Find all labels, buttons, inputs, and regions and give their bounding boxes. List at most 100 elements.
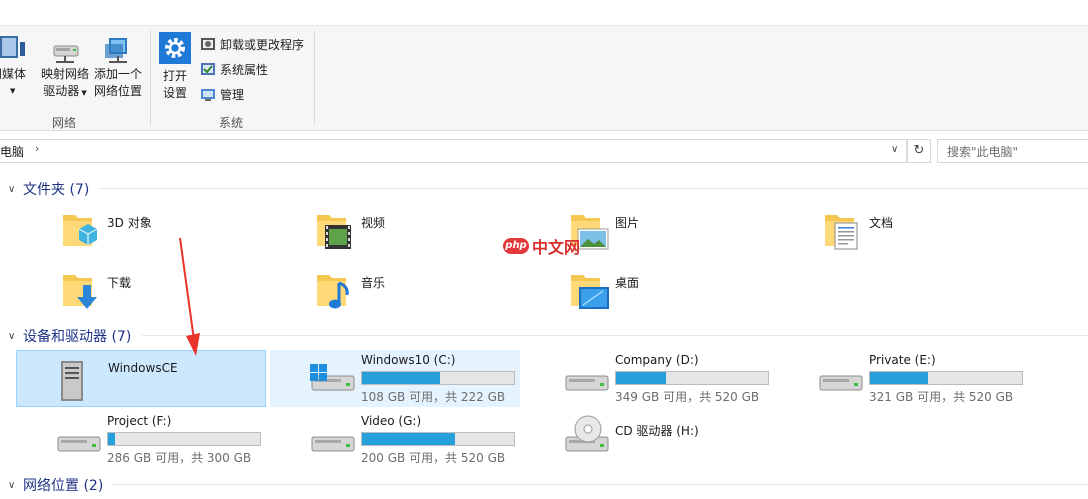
media-server-icon: [0, 36, 25, 58]
videos-folder-icon: [317, 215, 351, 249]
folders-section-title: 文件夹 (7): [23, 182, 90, 198]
ribbon-separator: [314, 30, 315, 126]
search-input[interactable]: 搜索"此电脑": [937, 139, 1088, 163]
hard-drive-icon: [57, 436, 101, 452]
windows-drive-icon: [310, 364, 355, 391]
section-divider: [98, 188, 1088, 189]
documents-folder-icon: [825, 215, 858, 250]
open-settings-label-1: 打开: [162, 69, 187, 83]
search-placeholder: 搜索"此电脑": [947, 145, 1019, 159]
address-bar[interactable]: 电脑 › ∨: [0, 139, 907, 163]
computer-tower-icon: [61, 361, 83, 401]
devices-section-title: 设备和驱动器 (7): [23, 329, 132, 345]
address-path[interactable]: 电脑: [0, 143, 24, 160]
hard-drive-icon: [565, 375, 609, 391]
drive-name: Video (G:): [361, 414, 422, 428]
chevron-down-icon: ∨: [8, 479, 16, 491]
section-divider: [142, 335, 1088, 336]
system-group-label: 系统: [219, 116, 244, 130]
open-settings-label-2: 设置: [162, 86, 187, 100]
folder-music[interactable]: 音乐: [315, 271, 555, 321]
section-divider: [112, 484, 1088, 485]
hard-drive-icon: [819, 375, 863, 391]
capacity-bar-fill: [616, 372, 666, 384]
drive-name: WindowsCE: [108, 361, 178, 375]
drive-free-space: 349 GB 可用，共 520 GB: [615, 390, 760, 404]
chevron-down-icon: ▼: [10, 87, 16, 95]
uninstall-label: 卸载或更改程序: [220, 37, 305, 52]
manage-label: 管理: [220, 87, 245, 102]
drive-f[interactable]: Project (F:) 286 GB 可用，共 300 GB: [16, 411, 266, 468]
folder-label: 音乐: [361, 276, 386, 290]
cd-drive-icon: [565, 415, 609, 452]
drive-c[interactable]: Windows10 (C:) 108 GB 可用，共 222 GB: [270, 350, 520, 407]
downloads-folder-icon: [63, 275, 97, 309]
refresh-icon: ↻: [913, 143, 925, 158]
watermark: php 中文网: [503, 234, 580, 258]
drive-free-space: 108 GB 可用，共 222 GB: [361, 390, 506, 404]
add-network-location-button[interactable]: 添加一个 网络位置: [92, 34, 144, 100]
3d-objects-folder-icon: [63, 215, 98, 246]
add-location-label-2: 网络位置: [93, 84, 142, 98]
capacity-bar: [869, 371, 1023, 385]
chevron-right-icon[interactable]: ›: [35, 142, 39, 155]
system-properties-label: 系统属性: [220, 62, 269, 77]
desktop-folder-icon: [571, 275, 609, 309]
chevron-down-icon: ∨: [8, 330, 16, 342]
folder-label: 3D 对象: [107, 216, 152, 230]
drive-free-space: 200 GB 可用，共 520 GB: [361, 451, 506, 465]
network-drive-icon: [53, 45, 79, 63]
open-settings-button[interactable]: 打开 设置: [156, 32, 194, 102]
uninstall-program-button[interactable]: 卸载或更改程序: [200, 34, 304, 54]
gear-icon: [159, 32, 191, 64]
title-strip: [0, 0, 1088, 26]
capacity-bar-fill: [870, 372, 929, 384]
media-server-button[interactable]: 问媒体 ▼: [0, 32, 38, 100]
ribbon-separator: [150, 30, 151, 126]
network-group-label: 网络: [52, 116, 77, 130]
system-properties-button[interactable]: 系统属性: [200, 59, 268, 79]
refresh-button[interactable]: ↻: [907, 139, 931, 163]
system-properties-icon: [201, 63, 215, 75]
folder-label: 视频: [361, 216, 386, 230]
drive-free-space: 286 GB 可用，共 300 GB: [107, 451, 252, 465]
folder-label: 图片: [615, 216, 640, 230]
drive-name: CD 驱动器 (H:): [615, 424, 699, 438]
folder-label: 桌面: [615, 276, 640, 290]
capacity-bar-fill: [362, 372, 441, 384]
hard-drive-icon: [311, 436, 355, 452]
manage-button[interactable]: 管理: [200, 84, 244, 104]
drive-name: Project (F:): [107, 414, 172, 428]
watermark-text: 中文网: [532, 238, 581, 257]
capacity-bar: [361, 432, 515, 446]
folder-pictures[interactable]: 图片: [569, 211, 809, 261]
capacity-bar: [615, 371, 769, 385]
folder-desktop[interactable]: 桌面: [569, 271, 809, 321]
drive-g[interactable]: Video (G:) 200 GB 可用，共 520 GB: [270, 411, 520, 468]
drive-free-space: 321 GB 可用，共 520 GB: [869, 390, 1014, 404]
network-section-title: 网络位置 (2): [23, 478, 104, 494]
drive-windowsce[interactable]: WindowsCE: [16, 350, 266, 407]
folder-downloads[interactable]: 下载: [61, 271, 301, 321]
add-location-label-1: 添加一个: [93, 67, 142, 81]
folder-documents[interactable]: 文档: [823, 211, 1063, 261]
chevron-down-icon: ▼: [79, 89, 87, 97]
manage-icon: [201, 89, 215, 101]
uninstall-icon: [201, 38, 215, 50]
network-section-header[interactable]: ∨ 网络位置 (2): [8, 475, 103, 495]
folder-3d-objects[interactable]: 3D 对象: [61, 211, 301, 261]
music-folder-icon: [317, 275, 349, 309]
drive-name: Windows10 (C:): [361, 353, 456, 367]
chevron-down-icon[interactable]: ∨: [891, 144, 898, 155]
capacity-bar: [361, 371, 515, 385]
drive-name: Company (D:): [615, 353, 699, 367]
folders-section-header[interactable]: ∨ 文件夹 (7): [8, 179, 89, 199]
devices-section-header[interactable]: ∨ 设备和驱动器 (7): [8, 326, 131, 346]
drive-h-cd[interactable]: CD 驱动器 (H:): [524, 411, 774, 468]
map-network-drive-button[interactable]: 映射网络 驱动器 ▼: [38, 34, 92, 102]
capacity-bar-fill: [108, 433, 116, 445]
map-drive-label-2: 驱动器: [43, 84, 80, 98]
capacity-bar: [107, 432, 261, 446]
drive-d[interactable]: Company (D:) 349 GB 可用，共 520 GB: [524, 350, 774, 407]
drive-e[interactable]: Private (E:) 321 GB 可用，共 520 GB: [778, 350, 1028, 407]
